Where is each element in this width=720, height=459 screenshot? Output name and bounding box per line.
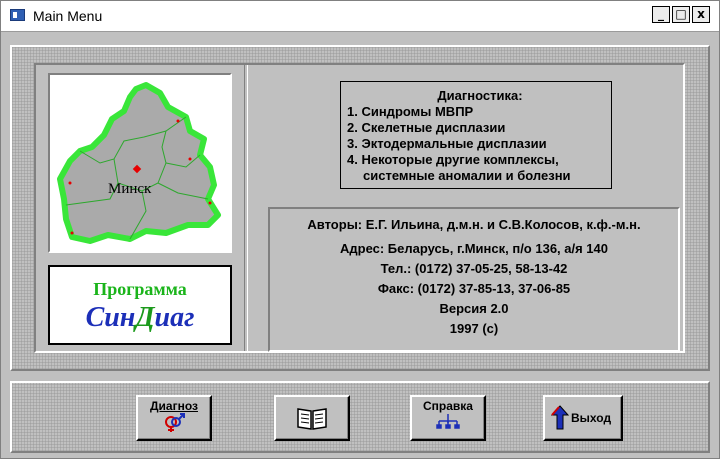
exit-label: Выход bbox=[571, 411, 612, 425]
city-label-minsk: Минск bbox=[108, 181, 152, 197]
maximize-button[interactable]: □ bbox=[672, 6, 690, 23]
minimize-button[interactable]: _ bbox=[652, 6, 670, 23]
logo-part-a: Син bbox=[85, 302, 136, 333]
diagnostics-heading: Диагностика: bbox=[437, 88, 523, 103]
logo-line1: Программа bbox=[93, 279, 187, 299]
program-logo: Программа СинДиаг bbox=[48, 265, 232, 345]
diagnosis-button[interactable]: Диагноз bbox=[136, 395, 212, 441]
book-button[interactable] bbox=[274, 395, 350, 441]
main-frame: Минск Программа СинДиаг Диагностика: 1. … bbox=[10, 45, 710, 371]
diagnostics-box: Диагностика: 1. Синдромы МВПР 2. Скелетн… bbox=[340, 81, 612, 189]
main-menu-window: Main Menu _ □ x Минск Программа СинДиаг … bbox=[0, 0, 720, 459]
window-title: Main Menu bbox=[33, 8, 103, 24]
diagnosis-label: Диагноз bbox=[150, 399, 198, 413]
close-button[interactable]: x bbox=[692, 6, 710, 23]
year-line: 1997 (c) bbox=[449, 321, 499, 336]
open-book-icon bbox=[297, 408, 327, 430]
org-chart-icon bbox=[436, 414, 460, 429]
button-bar: Диагноз Справка Выход bbox=[10, 381, 710, 453]
map-svg: Минск bbox=[57, 82, 221, 244]
panel-divider bbox=[244, 65, 248, 351]
authors-line: Авторы: Е.Г. Ильина, д.м.н. и С.В.Колосо… bbox=[307, 217, 641, 232]
belarus-map: Минск bbox=[48, 73, 232, 253]
address-line: Адрес: Беларусь, г.Минск, п/о 136, а/я 1… bbox=[339, 241, 608, 256]
diagnostics-item: системные аномалии и болезни bbox=[363, 168, 571, 183]
logo-part-b: Д bbox=[135, 302, 155, 333]
fax-line: Факс: (0172) 37-85-13, 37-06-85 bbox=[377, 281, 571, 296]
logo-line2: СинДиаг bbox=[50, 302, 230, 334]
diagnostics-item: 2. Скелетные дисплазии bbox=[347, 120, 506, 135]
phone-line: Тел.: (0172) 37-05-25, 58-13-42 bbox=[380, 261, 568, 276]
content-panel: Минск Программа СинДиаг Диагностика: 1. … bbox=[34, 63, 685, 353]
gender-symbols-icon bbox=[165, 413, 185, 432]
country-shape bbox=[57, 82, 221, 244]
arrow-exit-icon bbox=[551, 405, 569, 430]
diagnostics-item: 3. Эктодермальные дисплазии bbox=[347, 136, 547, 151]
help-label: Справка bbox=[423, 399, 473, 413]
diagnostics-item: 4. Некоторые другие комплексы, bbox=[347, 152, 559, 167]
title-bar[interactable]: Main Menu _ □ x bbox=[1, 1, 719, 32]
exit-button[interactable]: Выход bbox=[543, 395, 623, 441]
help-button[interactable]: Справка bbox=[410, 395, 486, 441]
version-line: Версия 2.0 bbox=[439, 301, 509, 316]
authors-info-box: Авторы: Е.Г. Ильина, д.м.н. и С.В.Колосо… bbox=[268, 207, 680, 352]
logo-part-c: иаг bbox=[154, 302, 195, 333]
diagnostics-item: 1. Синдромы МВПР bbox=[347, 104, 474, 119]
app-icon bbox=[10, 9, 25, 21]
